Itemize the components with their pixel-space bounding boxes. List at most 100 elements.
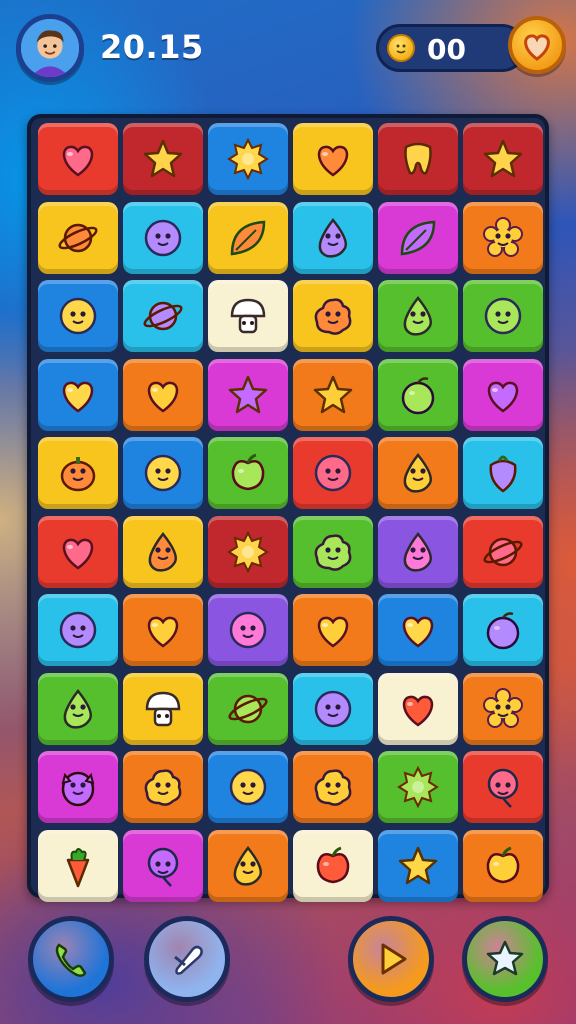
- tile-drop[interactable]: [378, 437, 458, 509]
- tile-planet[interactable]: [208, 672, 288, 745]
- tile-face[interactable]: [123, 437, 203, 509]
- player-avatar[interactable]: [16, 14, 84, 82]
- flower-icon: [483, 687, 523, 728]
- tile-face[interactable]: [293, 672, 373, 745]
- tile-face[interactable]: [38, 594, 118, 666]
- planet-icon: [58, 223, 98, 252]
- tooth-icon: [404, 142, 432, 175]
- plum-icon: [486, 612, 520, 650]
- tile-drop[interactable]: [38, 672, 118, 745]
- heart-icon: [147, 381, 179, 413]
- tile-planet[interactable]: [38, 201, 118, 274]
- tile-flower[interactable]: [463, 201, 543, 274]
- tile-balloon[interactable]: [123, 829, 203, 902]
- tile-owl[interactable]: [38, 751, 118, 823]
- tile-planet[interactable]: [123, 280, 203, 352]
- leaf-icon: [400, 220, 436, 255]
- tile-face[interactable]: [293, 437, 373, 509]
- heart-icon: [62, 538, 94, 570]
- tile-drop[interactable]: [378, 515, 458, 588]
- blob-icon: [144, 769, 182, 806]
- pumpkin-icon: [60, 457, 96, 492]
- tile-pepper[interactable]: [463, 437, 543, 509]
- drop-icon: [403, 452, 432, 493]
- play-button[interactable]: [348, 916, 434, 1002]
- mushroom-icon: [230, 298, 266, 334]
- tile-drop[interactable]: [123, 515, 203, 588]
- tile-drop[interactable]: [293, 201, 373, 274]
- tile-star[interactable]: [208, 358, 288, 431]
- owl-icon: [61, 771, 95, 807]
- balloon-icon: [487, 768, 519, 808]
- tile-apple[interactable]: [293, 829, 373, 902]
- tile-flower[interactable]: [463, 672, 543, 745]
- wand-icon: [174, 945, 203, 975]
- tile-star[interactable]: [378, 829, 458, 902]
- tile-heart[interactable]: [378, 594, 458, 666]
- wand-button[interactable]: [144, 916, 230, 1002]
- tile-face[interactable]: [208, 594, 288, 666]
- star-button[interactable]: [462, 916, 548, 1002]
- star-icon: [143, 139, 183, 178]
- heart-icon: [317, 616, 349, 648]
- tile-carrot[interactable]: [38, 829, 118, 902]
- tile-mushroom[interactable]: [208, 280, 288, 352]
- face-icon: [144, 219, 182, 256]
- tile-burst[interactable]: [378, 751, 458, 823]
- blob-icon: [314, 769, 352, 806]
- tile-plum[interactable]: [378, 358, 458, 431]
- tile-star[interactable]: [463, 123, 543, 195]
- tile-heart[interactable]: [293, 594, 373, 666]
- coin-icon: [387, 34, 415, 62]
- burst-icon: [227, 530, 269, 573]
- phone-icon: [55, 943, 87, 977]
- tile-face[interactable]: [208, 751, 288, 823]
- tile-star[interactable]: [293, 358, 373, 431]
- face-icon: [144, 454, 182, 492]
- tile-planet[interactable]: [463, 515, 543, 588]
- tile-burst[interactable]: [208, 515, 288, 588]
- tile-blob[interactable]: [293, 280, 373, 352]
- tile-heart[interactable]: [293, 123, 373, 195]
- drop-icon: [148, 531, 177, 572]
- tile-apple[interactable]: [208, 437, 288, 509]
- tile-face[interactable]: [463, 280, 543, 352]
- tile-plum[interactable]: [463, 594, 543, 666]
- tile-leaf[interactable]: [208, 201, 288, 274]
- tile-heart[interactable]: [123, 594, 203, 666]
- tile-mushroom[interactable]: [123, 672, 203, 745]
- tile-apple[interactable]: [463, 829, 543, 902]
- tile-heart[interactable]: [38, 515, 118, 588]
- tile-heart[interactable]: [378, 672, 458, 745]
- heart-icon: [62, 145, 94, 177]
- coin-counter: 00: [376, 24, 526, 72]
- tile-heart[interactable]: [38, 358, 118, 431]
- tile-blob[interactable]: [123, 751, 203, 823]
- blob-icon: [314, 533, 352, 571]
- lives-button[interactable]: [508, 16, 566, 74]
- drop-icon: [403, 295, 432, 336]
- tile-pumpkin[interactable]: [38, 437, 118, 509]
- tile-heart[interactable]: [123, 358, 203, 431]
- face-icon: [59, 297, 97, 335]
- drop-icon: [63, 688, 92, 729]
- tile-drop[interactable]: [208, 829, 288, 902]
- face-icon: [314, 454, 352, 492]
- plum-icon: [401, 376, 435, 414]
- tile-face[interactable]: [38, 280, 118, 352]
- tile-burst[interactable]: [208, 123, 288, 195]
- leaf-icon: [230, 220, 266, 255]
- balloon-icon: [147, 847, 179, 887]
- tile-tooth[interactable]: [378, 123, 458, 195]
- tile-leaf[interactable]: [378, 201, 458, 274]
- tile-star[interactable]: [123, 123, 203, 195]
- phone-button[interactable]: [28, 916, 114, 1002]
- tile-balloon[interactable]: [463, 751, 543, 823]
- face-icon: [59, 611, 97, 649]
- tile-blob[interactable]: [293, 515, 373, 588]
- tile-heart[interactable]: [38, 123, 118, 195]
- tile-face[interactable]: [123, 201, 203, 274]
- tile-blob[interactable]: [293, 751, 373, 823]
- tile-heart[interactable]: [463, 358, 543, 431]
- tile-drop[interactable]: [378, 280, 458, 352]
